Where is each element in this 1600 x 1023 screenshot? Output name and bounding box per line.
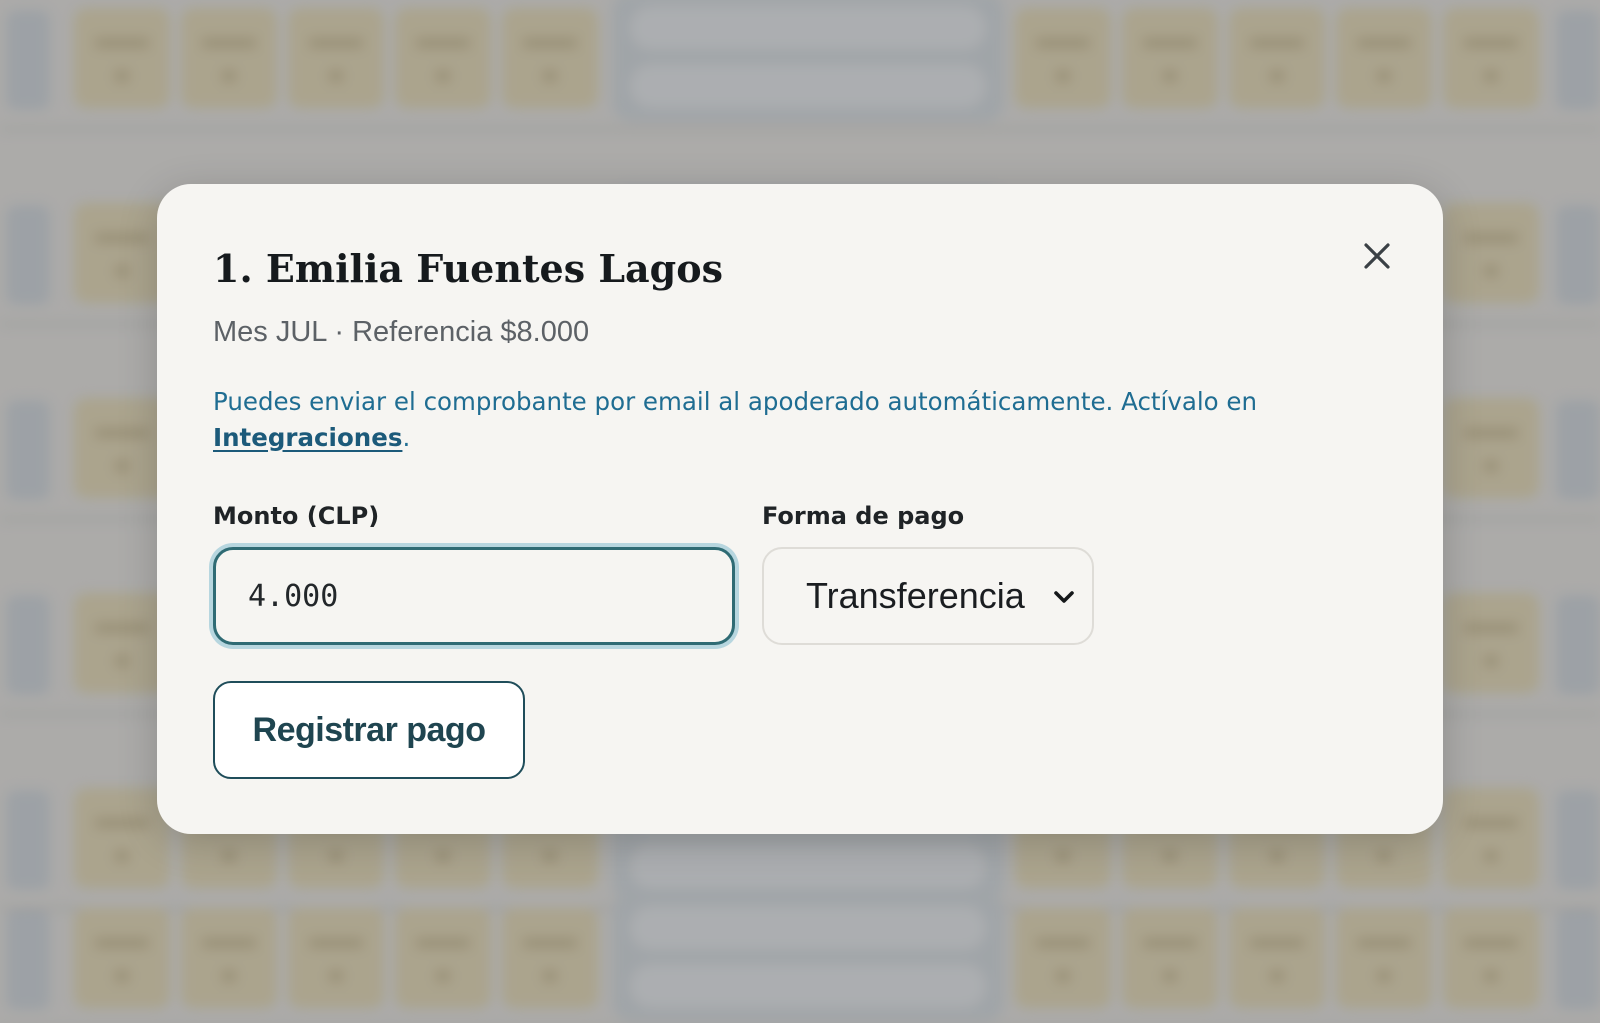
close-icon bbox=[1364, 243, 1390, 269]
payment-method-select[interactable]: Transferencia bbox=[762, 547, 1094, 645]
close-button[interactable] bbox=[1357, 236, 1397, 276]
info-text: Puedes enviar el comprobante por email a… bbox=[213, 387, 1258, 416]
chevron-down-icon bbox=[1054, 591, 1074, 603]
modal-subtitle: Mes JUL · Referencia $8.000 bbox=[213, 316, 590, 348]
info-message: Puedes enviar el comprobante por email a… bbox=[213, 384, 1383, 456]
register-payment-button[interactable]: Registrar pago bbox=[213, 681, 525, 779]
amount-label: Monto (CLP) bbox=[213, 502, 380, 530]
payment-method-value: Transferencia bbox=[806, 575, 1025, 616]
payment-method-label: Forma de pago bbox=[762, 502, 965, 530]
info-suffix: . bbox=[402, 423, 411, 452]
integrations-link[interactable]: Integraciones bbox=[213, 423, 402, 452]
amount-input[interactable] bbox=[213, 547, 735, 645]
modal-title: 1. Emilia Fuentes Lagos bbox=[213, 246, 723, 291]
payment-modal: 1. Emilia Fuentes Lagos Mes JUL · Refere… bbox=[157, 184, 1443, 834]
